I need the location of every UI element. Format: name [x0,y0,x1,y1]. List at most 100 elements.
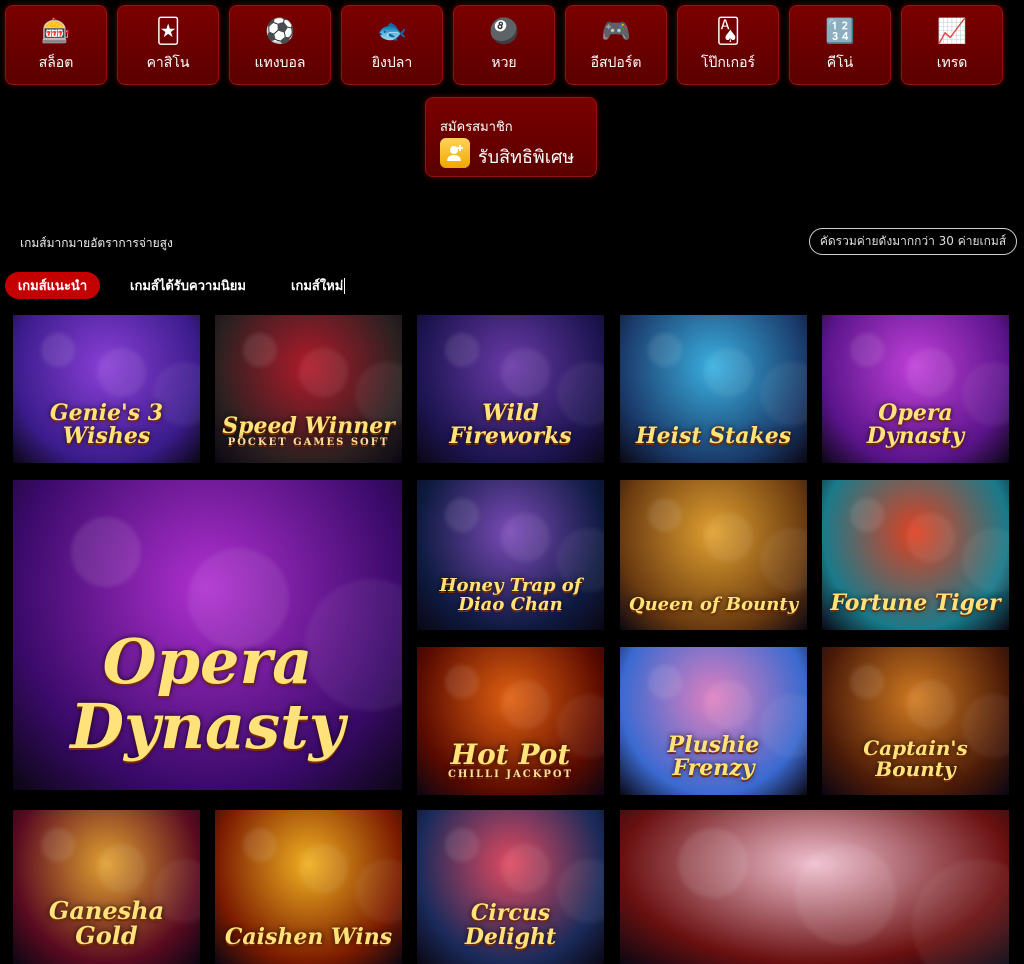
decorative-glow [850,665,884,699]
category-label: คาสิโน [146,55,190,71]
game-title: Circus Delight [464,900,557,950]
decorative-glow [299,844,348,893]
decorative-glow [501,844,550,893]
decorative-glow [41,828,75,862]
game-title: Opera Dynasty [866,400,965,450]
register-benefit-label: รับสิทธิพิเศษ [478,147,575,168]
game-tile[interactable] [620,810,1009,964]
gamepad-icon: 🎮 [601,17,631,45]
game-title: Ganesha Gold [48,896,165,951]
category-lottery[interactable]: 🎱 หวย [453,5,555,85]
game-title: Hot Pot CHILLI JACKPOT [417,740,604,780]
decorative-glow [445,498,479,532]
decorative-glow [501,513,550,562]
game-tile[interactable]: Circus Delight [417,810,604,964]
game-title: Wild Fireworks [449,400,572,450]
game-tile[interactable]: Caishen Wins [215,810,402,964]
providers-button[interactable]: คัดรวมค่ายดังมากกว่า 30 ค่ายเกมส์ [809,228,1017,255]
register-button[interactable]: สมัครสมาชิก รับสิทธิพิเศษ [425,97,597,177]
category-menu: 🎰 สล็อต 🃏 คาสิโน ⚽ แทงบอล 🐟 ยิงปลา 🎱 หวย… [5,5,1003,85]
game-title: Honey Trap of Diao Chan [439,575,582,616]
decorative-glow [445,333,479,367]
category-football[interactable]: ⚽ แทงบอล [229,5,331,85]
game-tile[interactable]: Hot Pot CHILLI JACKPOT [417,647,604,795]
decorative-glow [97,844,146,893]
game-title: Queen of Bounty [628,594,799,616]
game-title: Fortune Tiger [830,589,1001,616]
game-tile[interactable]: Captain's Bounty [822,647,1009,795]
tab-recommended[interactable]: เกมส์แนะนำ [5,272,100,299]
decorative-glow [795,844,896,945]
game-title: Caishen Wins [224,923,393,950]
game-title: Speed Winner POCKET GAMES SOFT [222,412,395,448]
decorative-glow [850,498,884,532]
register-label: สมัครสมาชิก [440,120,513,135]
decorative-glow [299,348,348,397]
game-tile[interactable]: Queen of Bounty [620,480,807,630]
game-title: Plushie Frenzy [667,732,760,782]
category-label: คีโน่ [826,55,854,71]
game-title: Heist Stakes [635,423,792,450]
category-keno[interactable]: 🔢 คีโน่ [789,5,891,85]
category-label: สล็อต [38,55,74,71]
slot-machine-icon: 🎰 [41,17,71,45]
category-label: โป๊กเกอร์ [700,55,756,71]
category-fishing[interactable]: 🐟 ยิงปลา [341,5,443,85]
game-tile[interactable]: Genie's 3 Wishes [13,315,200,463]
decorative-glow [648,665,682,699]
game-tile[interactable]: Ganesha Gold [13,810,200,964]
decorative-glow [906,348,955,397]
game-tile[interactable]: Opera Dynasty [13,480,402,790]
category-label: เทรด [936,55,968,71]
category-trade[interactable]: 📈 เทรด [901,5,1003,85]
decorative-glow [243,828,277,862]
game-subtitle: CHILLI JACKPOT [447,768,574,780]
tab-popular[interactable]: เกมส์ได้รับความนิยม [130,272,246,299]
category-poker[interactable]: 🂡 โป๊กเกอร์ [677,5,779,85]
decorative-glow [445,665,479,699]
decorative-glow [648,498,682,532]
decorative-glow [501,680,550,729]
football-icon: ⚽ [265,17,295,45]
decorative-glow [704,680,753,729]
section-headline: เกมส์มากมายอัตราการจ่ายสูง [20,236,173,250]
decorative-glow [850,333,884,367]
decorative-glow [243,333,277,367]
keno-icon: 🔢 [825,17,855,45]
game-title: Opera Dynasty [70,624,345,763]
decorative-glow [41,333,75,367]
game-tile[interactable]: Wild Fireworks [417,315,604,463]
game-tile[interactable]: Fortune Tiger [822,480,1009,630]
decorative-glow [704,513,753,562]
game-tile[interactable]: Honey Trap of Diao Chan [417,480,604,630]
category-label: แทงบอล [254,55,306,71]
decorative-glow [704,348,753,397]
playing-cards-icon: 🃏 [155,17,181,45]
decorative-glow [906,513,955,562]
category-label: ยิงปลา [371,55,413,71]
game-tile[interactable]: Opera Dynasty [822,315,1009,463]
decorative-glow [97,348,146,397]
poker-cards-icon: 🂡 [715,17,741,45]
category-label: หวย [491,55,517,71]
tab-new[interactable]: เกมส์ใหม่ [291,272,345,299]
add-user-icon [440,138,470,168]
game-title: Genie's 3 Wishes [49,400,164,450]
category-esport[interactable]: 🎮 อีสปอร์ต [565,5,667,85]
game-title: Captain's Bounty [863,736,968,782]
decorative-glow [648,333,682,367]
decorative-glow [71,517,141,587]
game-tile[interactable]: Speed Winner POCKET GAMES SOFT [215,315,402,463]
game-tile[interactable]: Plushie Frenzy [620,647,807,795]
decorative-glow [445,828,479,862]
decorative-glow [501,348,550,397]
fish-shooting-icon: 🐟 [377,17,407,45]
trade-icon: 📈 [937,17,967,45]
category-casino[interactable]: 🃏 คาสิโน [117,5,219,85]
lottery-balls-icon: 🎱 [489,17,519,45]
category-slot[interactable]: 🎰 สล็อต [5,5,107,85]
decorative-glow [906,680,955,729]
game-subtitle: POCKET GAMES SOFT [227,436,390,448]
game-tile[interactable]: Heist Stakes [620,315,807,463]
decorative-glow [678,828,748,898]
